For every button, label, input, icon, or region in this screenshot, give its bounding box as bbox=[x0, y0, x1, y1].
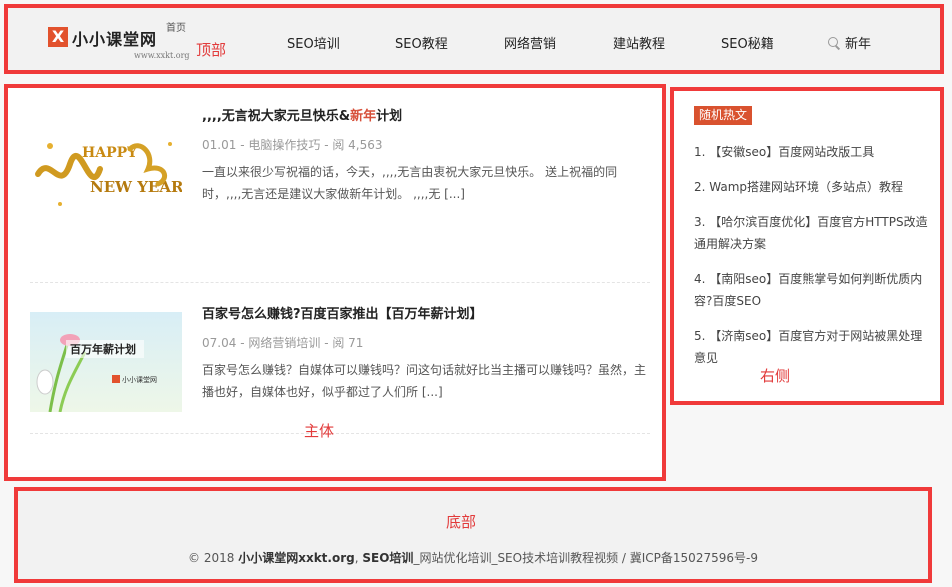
post-meta: 07.04 - 网络营销培训 - 阅 71 bbox=[202, 336, 364, 350]
read-more-link[interactable]: [...] bbox=[422, 385, 443, 399]
post-divider bbox=[30, 282, 650, 283]
post-excerpt: 一直以来很少写祝福的话，今天，,,,,无言由衷祝大家元旦快乐。 送上祝福的同时，… bbox=[202, 165, 618, 201]
hot-post-item[interactable]: 5. 【济南seo】百度官方对于网站被黑处理意见 bbox=[694, 325, 928, 369]
nav-item-site-building[interactable]: 建站教程 bbox=[613, 33, 665, 52]
logo-title: 小小课堂网 bbox=[72, 30, 158, 49]
hot-posts-list: 1. 【安徽seo】百度网站改版工具 2. Wamp搭建网站环境（多站点）教程 … bbox=[694, 141, 928, 382]
post-body: 百家号怎么赚钱?百度百家推出【百万年薪计划】 07.04 - 网络营销培训 - … bbox=[202, 306, 652, 403]
hot-post-item[interactable]: 1. 【安徽seo】百度网站改版工具 bbox=[694, 141, 928, 163]
header-region: X 小小课堂网 首页 www.xxkt.org 顶部 SEO培训 SEO教程 网… bbox=[4, 4, 944, 74]
post-thumbnail[interactable]: HAPPY NEW YEAR bbox=[30, 124, 182, 224]
sidebar-region: 随机热文 1. 【安徽seo】百度网站改版工具 2. Wamp搭建网站环境（多站… bbox=[670, 87, 944, 405]
post-thumbnail[interactable]: 百万年薪计划 小小课堂网 bbox=[30, 312, 182, 412]
post-item: 百万年薪计划 小小课堂网 百家号怎么赚钱?百度百家推出【百万年薪计划】 07.0… bbox=[30, 306, 650, 416]
hot-post-item[interactable]: 2. Wamp搭建网站环境（多站点）教程 bbox=[694, 176, 928, 198]
post-body: ,,,,无言祝大家元旦快乐&新年计划 01.01 - 电脑操作技巧 - 阅 4,… bbox=[202, 108, 652, 205]
footer-site-link[interactable]: 小小课堂网xxkt.org bbox=[238, 551, 355, 565]
post-item: HAPPY NEW YEAR ,,,,无言祝大家元旦快乐&新年计划 01.01 … bbox=[30, 108, 652, 224]
post-excerpt: 百家号怎么赚钱？自媒体可以赚钱吗？问这句话就好比当主播可以赚钱吗？虽然，主播也好… bbox=[202, 363, 647, 399]
nav-item-seo-secrets[interactable]: SEO秘籍 bbox=[721, 33, 774, 52]
post-date: 01.01 bbox=[202, 138, 237, 152]
post-category[interactable]: 网络营销培训 bbox=[248, 336, 320, 350]
million-salary-image: 百万年薪计划 小小课堂网 bbox=[30, 312, 182, 412]
post-meta: 01.01 - 电脑操作技巧 - 阅 4,563 bbox=[202, 138, 383, 152]
nav-item-seo-tutorial[interactable]: SEO教程 bbox=[395, 33, 448, 52]
footer-seo-link[interactable]: SEO培训 bbox=[362, 551, 413, 565]
nav-item-seo-training[interactable]: SEO培训 bbox=[287, 33, 340, 52]
post-views: 阅 71 bbox=[332, 336, 364, 350]
header-region-label: 顶部 bbox=[196, 41, 227, 59]
hot-posts-badge: 随机热文 bbox=[694, 106, 753, 125]
hot-post-item[interactable]: 3. 【哈尔滨百度优化】百度官方HTTPS改造通用解决方案 bbox=[694, 211, 928, 255]
search-box[interactable]: 新年 bbox=[828, 33, 871, 52]
logo-url: www.xxkt.org bbox=[134, 51, 190, 60]
footer-copyright: © 2018 小小课堂网xxkt.org, SEO培训_网站优化培训_SEO技术… bbox=[188, 551, 758, 565]
logo-home-link[interactable]: 首页 bbox=[166, 19, 186, 34]
hot-post-item[interactable]: 4. 【南阳seo】百度熊掌号如何判断优质内容?百度SEO bbox=[694, 268, 928, 312]
search-icon[interactable] bbox=[828, 36, 840, 49]
search-text[interactable]: 新年 bbox=[845, 33, 871, 52]
title-highlight: 新年 bbox=[350, 109, 377, 124]
main-region-label: 主体 bbox=[304, 422, 335, 440]
read-more-link[interactable]: [...] bbox=[444, 187, 465, 201]
post-date: 07.04 bbox=[202, 336, 237, 350]
site-logo[interactable]: X 小小课堂网 首页 www.xxkt.org bbox=[48, 23, 190, 63]
post-views: 阅 4,563 bbox=[332, 138, 383, 152]
footer-region-label: 底部 bbox=[446, 513, 477, 531]
sidebar-region-label: 右侧 bbox=[760, 367, 791, 385]
thumb-title: 百万年薪计划 bbox=[70, 342, 136, 356]
logo-x-icon: X bbox=[48, 27, 68, 47]
nav-item-marketing[interactable]: 网络营销 bbox=[504, 33, 556, 52]
thumb-brand: 小小课堂网 bbox=[122, 375, 157, 384]
main-region: HAPPY NEW YEAR ,,,,无言祝大家元旦快乐&新年计划 01.01 … bbox=[4, 84, 666, 481]
post-category[interactable]: 电脑操作技巧 bbox=[248, 138, 320, 152]
svg-text:NEW YEAR: NEW YEAR bbox=[90, 178, 182, 196]
post-divider bbox=[30, 433, 650, 434]
new-year-image: HAPPY NEW YEAR bbox=[30, 124, 182, 224]
post-title[interactable]: 百家号怎么赚钱?百度百家推出【百万年薪计划】 bbox=[202, 306, 652, 324]
post-title[interactable]: ,,,,无言祝大家元旦快乐&新年计划 bbox=[202, 108, 652, 126]
footer-region: 底部 © 2018 小小课堂网xxkt.org, SEO培训_网站优化培训_SE… bbox=[14, 487, 932, 583]
